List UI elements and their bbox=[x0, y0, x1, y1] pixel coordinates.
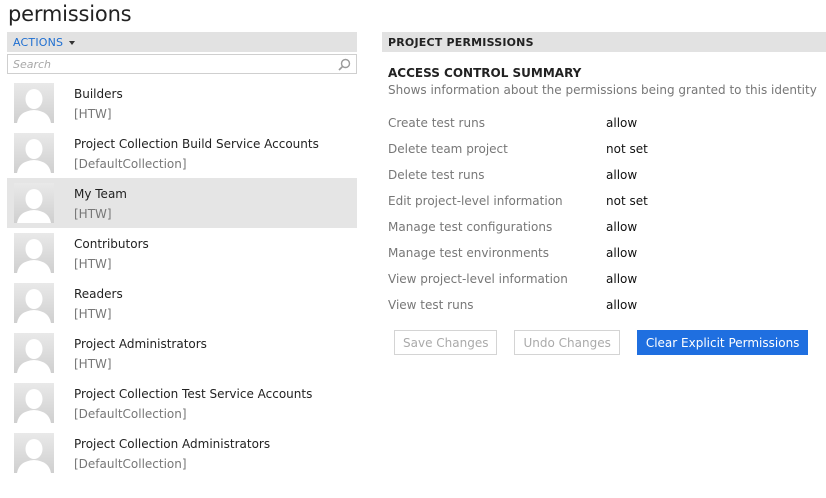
permissions-panel: PROJECT PERMISSIONS ACCESS CONTROL SUMMA… bbox=[382, 32, 826, 355]
save-changes-button[interactable]: Save Changes bbox=[394, 330, 498, 355]
group-scope: [DefaultCollection] bbox=[74, 157, 187, 171]
group-name: My Team bbox=[74, 187, 127, 201]
avatar bbox=[14, 83, 54, 123]
permission-row: Edit project-level information not set bbox=[382, 188, 826, 214]
permission-value[interactable]: allow bbox=[606, 220, 637, 234]
permission-row: Manage test environments allow bbox=[382, 240, 826, 266]
group-item[interactable]: Builders [HTW] bbox=[7, 78, 357, 128]
actions-menu[interactable]: ACTIONS bbox=[13, 35, 76, 49]
permission-name: Manage test environments bbox=[388, 246, 550, 260]
group-item[interactable]: Readers [HTW] bbox=[7, 278, 357, 328]
clear-explicit-permissions-button[interactable]: Clear Explicit Permissions bbox=[636, 330, 809, 355]
group-item[interactable]: Project Administrators [HTW] bbox=[7, 328, 357, 378]
permission-value[interactable]: allow bbox=[606, 272, 637, 286]
search-icon[interactable] bbox=[337, 57, 351, 71]
group-name: Project Collection Build Service Account… bbox=[74, 137, 319, 151]
permission-row: View project-level information allow bbox=[382, 266, 826, 292]
group-scope: [HTW] bbox=[74, 257, 112, 271]
actions-bar: ACTIONS bbox=[7, 32, 357, 52]
group-item[interactable]: Project Collection Build Service Account… bbox=[7, 128, 357, 178]
group-name: Project Collection Administrators bbox=[74, 437, 271, 451]
permission-row: Manage test configurations allow bbox=[382, 214, 826, 240]
avatar bbox=[14, 283, 54, 323]
group-name: Builders bbox=[74, 87, 123, 101]
group-scope: [HTW] bbox=[74, 107, 112, 121]
undo-changes-button[interactable]: Undo Changes bbox=[514, 330, 620, 355]
permission-name: Manage test configurations bbox=[388, 220, 553, 234]
button-row: Save Changes Undo Changes Clear Explicit… bbox=[394, 330, 826, 355]
permission-value[interactable]: not set bbox=[606, 194, 648, 208]
permission-row: Create test runs allow bbox=[382, 110, 826, 136]
permission-list: Create test runs allow Delete team project… bbox=[382, 110, 826, 318]
caret-down-icon bbox=[69, 40, 76, 45]
group-name: Project Administrators bbox=[74, 337, 207, 351]
avatar bbox=[14, 183, 54, 223]
group-item[interactable]: Project Collection Test Service Accounts… bbox=[7, 378, 357, 428]
summary-title: ACCESS CONTROL SUMMARY bbox=[388, 66, 582, 80]
avatar bbox=[14, 433, 54, 473]
permission-value[interactable]: allow bbox=[606, 168, 637, 182]
group-list: Builders [HTW] Project Collection Build Se… bbox=[7, 78, 357, 478]
group-name: Project Collection Test Service Accounts bbox=[74, 387, 313, 401]
permission-row: Delete team project not set bbox=[382, 136, 826, 162]
permission-name: View test runs bbox=[388, 298, 474, 312]
group-scope: [DefaultCollection] bbox=[74, 407, 187, 421]
permission-value[interactable]: not set bbox=[606, 142, 648, 156]
group-item[interactable]: Contributors [HTW] bbox=[7, 228, 357, 278]
page-title: permissions bbox=[8, 2, 132, 26]
group-item[interactable]: Project Collection Administrators [Defaul… bbox=[7, 428, 357, 478]
search-input[interactable] bbox=[13, 57, 313, 71]
section-header: PROJECT PERMISSIONS bbox=[382, 32, 826, 52]
group-scope: [HTW] bbox=[74, 207, 112, 221]
search-box bbox=[7, 54, 357, 74]
permission-name: Delete team project bbox=[388, 142, 508, 156]
group-name: Readers bbox=[74, 287, 123, 301]
permission-row: Delete test runs allow bbox=[382, 162, 826, 188]
permission-row: View test runs allow bbox=[382, 292, 826, 318]
group-scope: [HTW] bbox=[74, 307, 112, 321]
actions-label: ACTIONS bbox=[13, 35, 64, 49]
permission-name: View project-level information bbox=[388, 272, 568, 286]
permission-name: Delete test runs bbox=[388, 168, 485, 182]
permission-value[interactable]: allow bbox=[606, 246, 637, 260]
avatar bbox=[14, 233, 54, 273]
summary-description: Shows information about the permissions … bbox=[388, 83, 817, 97]
permission-name: Create test runs bbox=[388, 116, 485, 130]
avatar bbox=[14, 133, 54, 173]
group-scope: [HTW] bbox=[74, 357, 112, 371]
avatar bbox=[14, 333, 54, 373]
permission-value[interactable]: allow bbox=[606, 298, 637, 312]
group-item[interactable]: My Team [HTW] bbox=[7, 178, 357, 228]
group-name: Contributors bbox=[74, 237, 149, 251]
groups-panel: ACTIONS Builders [HTW] Project Collection … bbox=[7, 32, 357, 478]
group-scope: [DefaultCollection] bbox=[74, 457, 187, 471]
avatar bbox=[14, 383, 54, 423]
permission-name: Edit project-level information bbox=[388, 194, 563, 208]
permission-value[interactable]: allow bbox=[606, 116, 637, 130]
